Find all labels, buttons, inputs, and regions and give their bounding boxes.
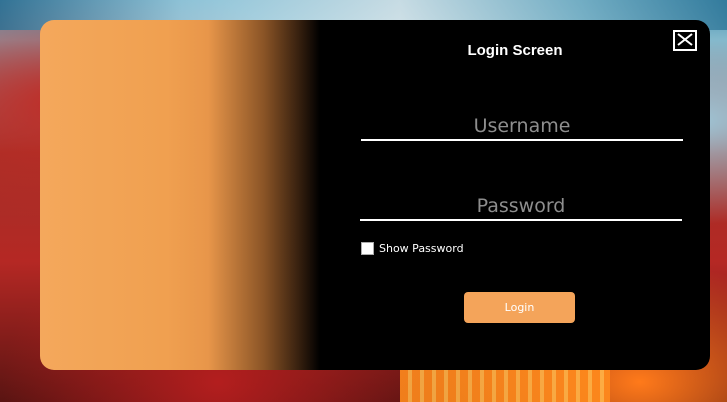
login-card: Login Screen Show Password Login [40, 20, 710, 370]
decorative-gradient-panel [40, 20, 320, 370]
show-password-checkbox[interactable] [361, 242, 374, 255]
show-password-toggle[interactable]: Show Password [361, 242, 464, 255]
show-password-label: Show Password [379, 242, 464, 255]
close-icon [677, 33, 693, 46]
page-title: Login Screen [467, 42, 563, 59]
password-input[interactable] [360, 193, 682, 221]
login-button[interactable]: Login [464, 292, 575, 323]
login-form-panel: Login Screen Show Password Login [320, 20, 710, 370]
username-input[interactable] [361, 113, 683, 141]
background-taillight [400, 370, 610, 402]
close-button[interactable] [673, 30, 697, 51]
